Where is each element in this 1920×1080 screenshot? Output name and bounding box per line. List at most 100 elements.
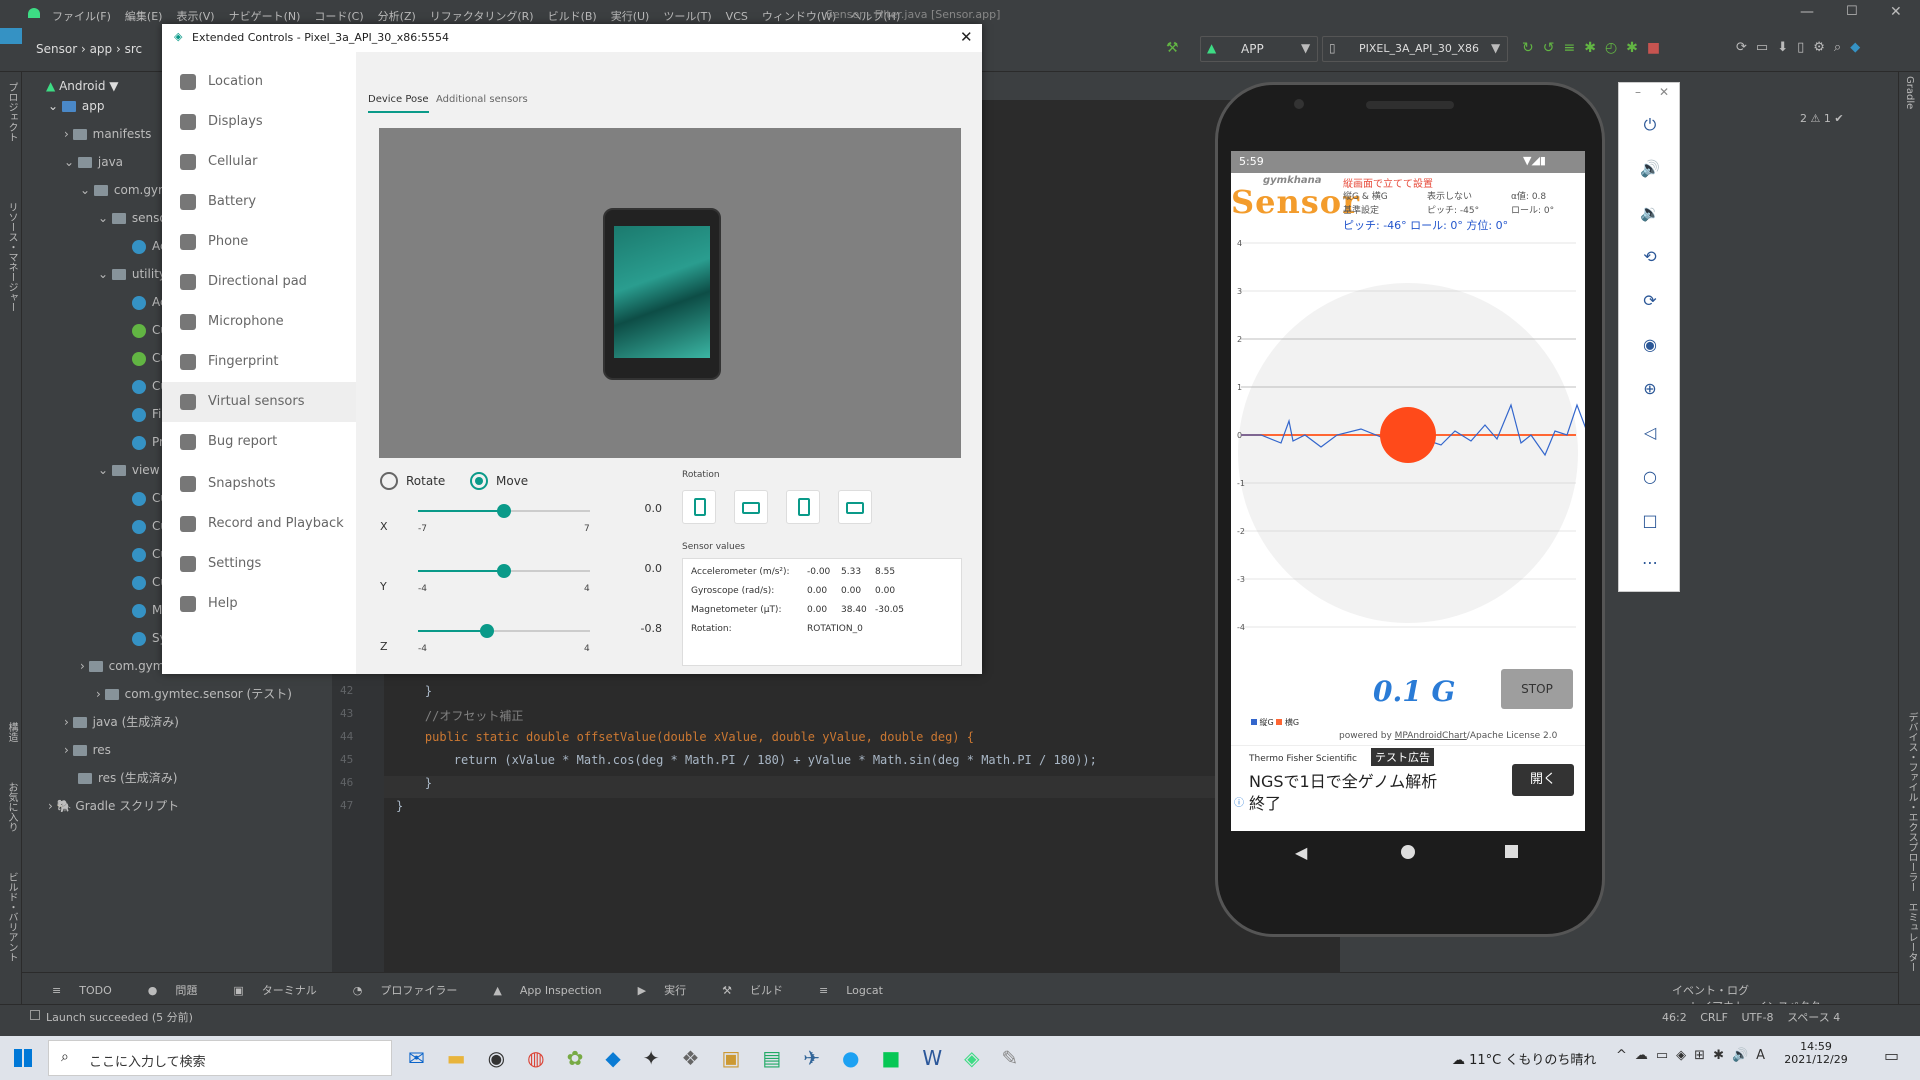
bottom-tab[interactable]: ▣ ターミナル: [233, 982, 334, 998]
android-studio-icon[interactable]: ◈: [964, 1046, 1001, 1070]
home-icon[interactable]: ○: [1640, 467, 1660, 487]
more-icon[interactable]: ⋯: [1640, 553, 1660, 573]
clock[interactable]: 14:59 2021/12/29: [1780, 1040, 1852, 1066]
taskbar-search[interactable]: ⌕ ここに入力して検索: [48, 1040, 392, 1076]
apply-changes-icon[interactable]: ↻: [1522, 40, 1543, 56]
tree-item[interactable]: Fil: [132, 400, 165, 428]
profile-icon[interactable]: ◴: [1605, 40, 1626, 56]
back-icon[interactable]: ◁: [1640, 423, 1660, 443]
twitter-icon[interactable]: ●: [842, 1046, 881, 1070]
menu-item[interactable]: VCS: [726, 10, 748, 23]
slider-value[interactable]: -0.8: [618, 622, 662, 635]
apply-code-icon[interactable]: ↺: [1543, 40, 1564, 56]
bottom-tab[interactable]: ◔ プロファイラー: [353, 982, 476, 998]
tree-item[interactable]: › java (生成済み): [64, 708, 179, 736]
app-icon[interactable]: ▣: [721, 1046, 762, 1070]
slider-y[interactable]: [418, 564, 590, 578]
explorer-icon[interactable]: ▬: [447, 1046, 488, 1070]
minimize-icon[interactable]: —: [1800, 4, 1814, 20]
tree-item[interactable]: › res: [64, 736, 111, 764]
tool-tab-project[interactable]: プロジェクト: [4, 82, 19, 142]
status-toggle-icon[interactable]: [30, 1010, 40, 1020]
app-icon[interactable]: ❖: [682, 1046, 722, 1070]
tool-tab-emulator[interactable]: エミュレーター: [1904, 902, 1919, 972]
run-actions[interactable]: ↻↺≡✱◴✱■: [1522, 40, 1669, 56]
menu-item[interactable]: ツール(T): [663, 8, 711, 24]
settings-icon[interactable]: ⚙: [1813, 40, 1834, 55]
app-icon[interactable]: ▤: [762, 1046, 803, 1070]
nav-item-cellular[interactable]: Cellular: [162, 142, 356, 182]
close-icon[interactable]: ✕: [1890, 4, 1902, 20]
rotate-left-icon[interactable]: ⟲: [1640, 247, 1660, 267]
code-line[interactable]: return (xValue * Math.cos(deg * Math.PI …: [396, 753, 1097, 767]
tab-additional-sensors[interactable]: Additional sensors: [436, 94, 528, 105]
nav-item-fingerprint[interactable]: Fingerprint: [162, 342, 356, 382]
nav-item-location[interactable]: Location: [162, 62, 356, 102]
bottom-tab[interactable]: ≡ TODO: [52, 984, 130, 997]
menu-bar[interactable]: ファイル(F) 編集(E) 表示(V) ナビゲート(N) コード(C) 分析(Z) リファク…: [52, 8, 914, 24]
menu-item[interactable]: ナビゲート(N): [229, 8, 301, 24]
slider-value[interactable]: 0.0: [618, 502, 663, 515]
line-icon[interactable]: ■: [881, 1046, 922, 1070]
rotate-radio[interactable]: [380, 472, 398, 490]
breadcrumb[interactable]: Sensor › app › src: [36, 42, 142, 56]
start-icon[interactable]: [14, 1049, 32, 1067]
media-icon[interactable]: ◉: [488, 1046, 527, 1070]
slider-knob[interactable]: [497, 504, 511, 518]
indent-setting[interactable]: スペース 4: [1787, 1011, 1840, 1024]
debug-icon[interactable]: ✱: [1584, 40, 1605, 56]
code-line[interactable]: }: [396, 684, 432, 698]
stop-icon[interactable]: ■: [1647, 40, 1669, 56]
emulator-screen[interactable]: 5:59 ▼◢▮ gymkhana Sensor 縦画面で立てて設置 縦G & …: [1231, 151, 1585, 831]
slider-knob[interactable]: [497, 564, 511, 578]
plugin-icon[interactable]: ◆: [1850, 40, 1869, 55]
hammer-icon[interactable]: ⚒: [1166, 40, 1184, 56]
menu-item[interactable]: 分析(Z): [378, 8, 416, 24]
nav-item-microphone[interactable]: Microphone: [162, 302, 356, 342]
close-icon[interactable]: ✕: [1659, 85, 1669, 99]
app-icon[interactable]: ✦: [643, 1046, 682, 1070]
notification-icon[interactable]: ▭: [1884, 1046, 1899, 1065]
menu-item[interactable]: ビルド(B): [548, 8, 597, 24]
tool-tab-build-variants[interactable]: ビルド・バリアント: [4, 872, 19, 962]
weather[interactable]: ☁ 11°C くもりのち晴れ: [1452, 1049, 1596, 1068]
line-separator[interactable]: CRLF: [1700, 1011, 1728, 1024]
app-icon[interactable]: ✈: [803, 1046, 842, 1070]
app-icon[interactable]: ✿: [567, 1046, 606, 1070]
slider-knob[interactable]: [479, 624, 494, 638]
system-tray-icons[interactable]: ^☁▭◈⊞✱🔊A: [1616, 1048, 1773, 1063]
breadcrumb-item[interactable]: src: [125, 42, 143, 56]
ad-choices-icon[interactable]: ⓘ: [1234, 794, 1244, 809]
tree-item[interactable]: › com.gym: [80, 652, 164, 680]
caret-position[interactable]: 46:2: [1662, 1011, 1687, 1024]
tree-item[interactable]: › manifests: [64, 120, 151, 148]
file-encoding[interactable]: UTF-8: [1741, 1011, 1773, 1024]
tree-item[interactable]: ⌄ com.gym: [80, 176, 170, 204]
code-line[interactable]: }: [396, 776, 432, 790]
ad-banner[interactable]: テスト広告 Thermo Fisher Scientific NGSで1日で全ゲ…: [1231, 745, 1585, 831]
tree-item[interactable]: ⌄ java: [64, 148, 123, 176]
tool-tab-favorites[interactable]: お気に入り: [4, 782, 19, 832]
menu-item[interactable]: 表示(V): [176, 8, 214, 24]
nav-item-settings[interactable]: Settings: [162, 544, 356, 584]
toolbar-right-icons[interactable]: ⟳▭⬇▯⚙⌕◆: [1736, 40, 1869, 55]
stop-button[interactable]: STOP: [1501, 669, 1573, 709]
tool-tab-structure[interactable]: 構造: [4, 722, 19, 742]
nav-item-displays[interactable]: Displays: [162, 102, 356, 142]
nav-item-battery[interactable]: Battery: [162, 182, 356, 222]
zoom-icon[interactable]: ⊕: [1640, 379, 1660, 399]
mpandroidchart-link[interactable]: MPAndroidChart: [1395, 731, 1467, 741]
rotate-landscape-button[interactable]: [734, 490, 768, 524]
volume-down-icon[interactable]: 🔉: [1640, 203, 1660, 223]
avd-icon[interactable]: ▭: [1756, 40, 1777, 55]
nav-item-virtual-sensors[interactable]: Virtual sensors: [162, 382, 356, 422]
code-line[interactable]: public static double offsetValue(double …: [396, 730, 974, 744]
tree-item[interactable]: › 🐘 Gradle スクリプト: [48, 792, 179, 820]
tool-tab-resource-manager[interactable]: リソース・マネージャー: [4, 202, 19, 312]
breadcrumb-item[interactable]: Sensor: [36, 42, 77, 56]
device-pose-viewport[interactable]: [379, 128, 961, 458]
rotate-reverse-portrait-button[interactable]: [786, 490, 820, 524]
device-select[interactable]: ▯ PIXEL_3A_API_30_X86 ▼: [1322, 36, 1508, 62]
mail-icon[interactable]: ✉: [408, 1046, 447, 1070]
minimize-icon[interactable]: –: [1635, 85, 1641, 99]
